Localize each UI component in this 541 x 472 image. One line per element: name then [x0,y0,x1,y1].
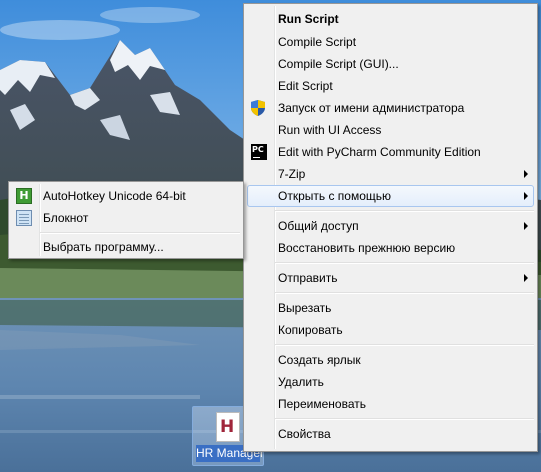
pycharm-icon-text: PC [252,145,264,154]
menu-item-label: Run with UI Access [278,123,382,137]
submenu-item-label: Выбрать программу... [43,240,164,254]
menu-item-restore-previous-version[interactable]: Восстановить прежнюю версию [247,237,534,259]
menu-item-label: Удалить [278,375,324,389]
context-menu: Run Script Compile Script Compile Script… [243,3,538,452]
menu-item-label: Отправить [278,271,338,285]
submenu-item-label: Блокнот [43,211,89,225]
menu-item-label: Compile Script [278,35,357,49]
menu-separator [275,418,534,420]
menu-item-label: Edit with PyCharm Community Edition [278,145,481,159]
ahk-file-icon: H [216,412,240,442]
menu-item-run-script[interactable]: Run Script [247,8,534,30]
menu-item-7zip[interactable]: 7-Zip [247,163,534,185]
open-with-submenu: H AutoHotkey Unicode 64-bit Блокнот Выбр… [8,181,244,259]
menu-item-label: Вырезать [278,301,332,315]
menu-item-create-shortcut[interactable]: Создать ярлык [247,349,534,371]
menu-separator [275,262,534,264]
submenu-item-choose-program[interactable]: Выбрать программу... [12,236,240,258]
submenu-item-autohotkey[interactable]: H AutoHotkey Unicode 64-bit [12,185,240,207]
menu-item-compile-script-gui[interactable]: Compile Script (GUI)... [247,53,534,75]
menu-separator [275,292,534,294]
menu-item-label: Восстановить прежнюю версию [278,241,456,255]
menu-item-edit-script[interactable]: Edit Script [247,75,534,97]
menu-separator [275,344,534,346]
submenu-arrow-icon [524,192,528,200]
menu-item-rename[interactable]: Переименовать [247,393,534,415]
menu-item-label: Compile Script (GUI)... [278,57,399,71]
menu-item-send-to[interactable]: Отправить [247,267,534,289]
menu-item-label: Открыть с помощью [278,189,392,203]
menu-separator [40,232,240,234]
autohotkey-icon-text: H [19,189,29,202]
autohotkey-icon: H [16,188,32,204]
menu-item-label: Переименовать [278,397,366,411]
menu-item-label: Run Script [278,12,339,26]
menu-separator [275,210,534,212]
menu-item-edit-with-pycharm[interactable]: PC Edit with PyCharm Community Edition [247,141,534,163]
menu-item-label: Запуск от имени администратора [278,101,465,115]
menu-item-label: Edit Script [278,79,333,93]
menu-item-run-as-admin[interactable]: Запуск от имени администратора [247,97,534,119]
menu-item-run-with-ui-access[interactable]: Run with UI Access [247,119,534,141]
menu-item-label: Свойства [278,427,331,441]
menu-item-label: Создать ярлык [278,353,361,367]
menu-item-properties[interactable]: Свойства [247,423,534,445]
menu-item-label: 7-Zip [278,167,306,181]
menu-item-compile-script[interactable]: Compile Script [247,31,534,53]
menu-item-sharing[interactable]: Общий доступ [247,215,534,237]
submenu-arrow-icon [524,222,528,230]
menu-item-open-with[interactable]: Открыть с помощью [247,185,534,207]
submenu-item-label: AutoHotkey Unicode 64-bit [43,189,186,203]
submenu-arrow-icon [524,274,528,282]
menu-item-delete[interactable]: Удалить [247,371,534,393]
menu-item-copy[interactable]: Копировать [247,319,534,341]
submenu-arrow-icon [524,170,528,178]
uac-shield-icon [251,100,267,116]
notepad-icon [16,210,32,226]
file-icon-glyph: H [220,417,235,437]
submenu-item-notepad[interactable]: Блокнот [12,207,240,229]
pycharm-icon: PC [251,144,267,160]
menu-item-cut[interactable]: Вырезать [247,297,534,319]
menu-item-label: Общий доступ [278,219,359,233]
menu-item-label: Копировать [278,323,343,337]
